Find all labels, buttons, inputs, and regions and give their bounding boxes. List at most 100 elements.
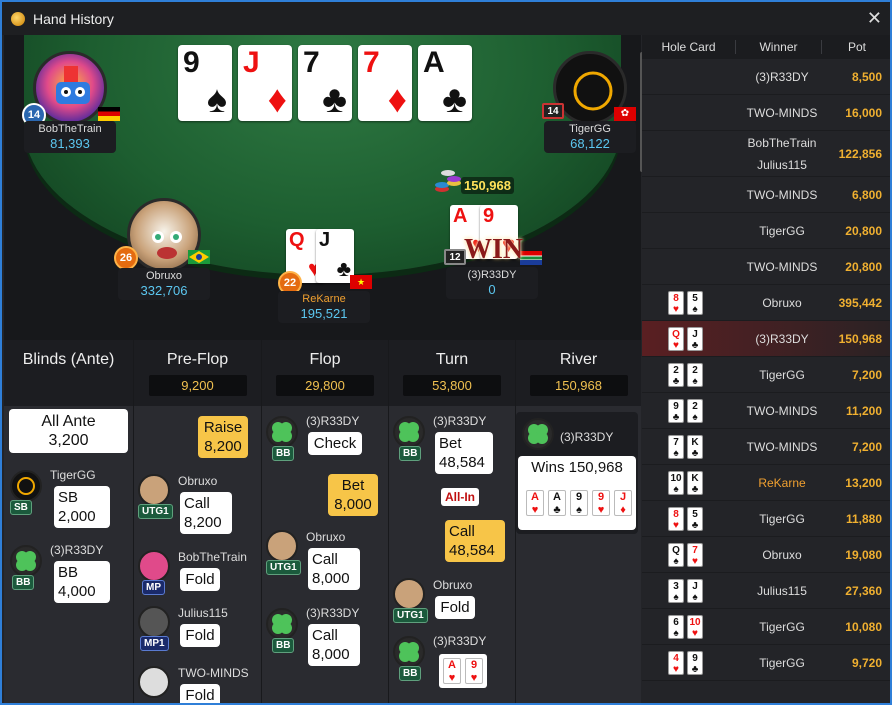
player-name: BobTheTrain — [38, 123, 102, 135]
winner-name: TWO-MINDS — [746, 259, 818, 274]
hole-cards: 7 ♠ K ♣ — [668, 435, 703, 459]
action-bubble: Fold — [180, 684, 220, 703]
seat-obruxo[interactable]: 26 Obruxo 332,706 — [114, 198, 214, 300]
column-winner[interactable]: Winner — [736, 40, 822, 54]
history-row[interactable]: 6 ♠ 10 ♥ TigerGG 10,080 — [642, 609, 890, 645]
pot-value: 10,080 — [845, 619, 882, 634]
column-pot[interactable]: Pot — [822, 40, 890, 54]
mini-card: 5 ♣ — [687, 507, 703, 531]
winner-name: TigerGG — [759, 619, 805, 634]
history-row[interactable]: 2 ♣ 2 ♠ TigerGG 7,200 — [642, 357, 890, 393]
pot-value: 20,800 — [845, 259, 882, 274]
winner-name: (3)R33DY — [755, 331, 809, 346]
action-r33dy-call: BB (3)R33DY Call 8,000 — [266, 606, 360, 666]
pot-value: 9,720 — [851, 655, 882, 670]
action-bubble: BB 4,000 — [54, 561, 110, 603]
pot-value: 11,200 — [845, 403, 882, 418]
close-icon[interactable]: ✕ — [867, 8, 882, 29]
action-bubble: SB 2,000 — [54, 486, 110, 528]
player-name: Obruxo — [145, 270, 183, 282]
pot-value: 7,200 — [851, 439, 882, 454]
winner-name: (3)R33DY — [755, 69, 809, 84]
history-row[interactable]: TWO-MINDS 20,800 — [642, 249, 890, 285]
action-bubble: Fold — [180, 624, 220, 647]
action-bubble: Fold — [180, 568, 220, 591]
player-nameplate: TigerGG 68,122 — [544, 121, 636, 153]
position-badge: UTG1 — [138, 504, 173, 519]
mini-card: 7 ♠ — [668, 435, 684, 459]
history-row[interactable]: TigerGG 20,800 — [642, 213, 890, 249]
history-row[interactable]: (3)R33DY 8,500 — [642, 59, 890, 95]
column-header: Pre-Flop 9,200 — [134, 340, 261, 406]
position-badge: MP1 — [140, 636, 169, 651]
ante-box: All Ante 3,200 — [9, 409, 128, 453]
pot-amount: 150,968 — [461, 177, 514, 194]
mini-card: 10 ♥ — [687, 615, 703, 639]
history-row[interactable]: 8 ♥ 5 ♣ TigerGG 11,880 — [642, 501, 890, 537]
mini-card: 3 ♠ — [668, 579, 684, 603]
mini-card: 9 ♣ — [668, 399, 684, 423]
action-bubble: Bet 48,584 — [435, 432, 493, 474]
seat-tigergg[interactable]: 14 ✿ TigerGG 68,122 — [540, 51, 640, 153]
poker-table-view: 9 ♠ J ♦ 7 ♣ 7 ♦ A ♣ 14 BobTheTrain 81,393 14 ✿ Ti… — [4, 35, 641, 340]
player-chips: 332,706 — [140, 283, 188, 298]
column-hole-card[interactable]: Hole Card — [642, 40, 736, 54]
level-badge: 12 — [444, 249, 466, 265]
history-row[interactable]: 3 ♠ J ♠ Julius115 27,360 — [642, 573, 890, 609]
winner-name: TWO-MINDS — [746, 105, 818, 120]
hole-cards: 6 ♠ 10 ♥ — [668, 615, 703, 639]
hole-cards: 3 ♠ J ♠ — [668, 579, 703, 603]
win-label: WIN — [464, 234, 524, 265]
mini-card: K ♣ — [687, 435, 703, 459]
avatar — [393, 416, 425, 448]
mini-card: 7 ♥ — [687, 543, 703, 567]
app-logo-icon — [11, 11, 25, 26]
action-bubble: Check — [308, 432, 362, 455]
winner-box: Wins 150,968 A ♥ A ♣ 9 ♠ 9 ♥ J ♦ — [518, 456, 636, 530]
seat-bobthetrain[interactable]: 14 BobTheTrain 81,393 — [20, 51, 120, 153]
mini-card: 9 ♣ — [687, 651, 703, 675]
pot-value: 7,200 — [851, 367, 882, 382]
seat-rekarne[interactable]: Q ♥ J ♣ 22 ★ ReKarne 195,521 — [268, 225, 378, 323]
board-card: 9 ♠ — [178, 45, 232, 121]
hole-card: J ♣ — [316, 229, 354, 283]
player-name: Obruxo — [178, 474, 218, 488]
avatar — [266, 416, 298, 448]
action-bobthetrain: MP BobTheTrain Fold — [138, 550, 247, 595]
pot-value: 11,880 — [845, 511, 882, 526]
position-badge: SB — [10, 500, 32, 515]
history-row[interactable]: BobTheTrain Julius115 122,856 — [642, 131, 890, 177]
player-chips: 0 — [488, 282, 496, 297]
history-row[interactable]: TWO-MINDS 16,000 — [642, 95, 890, 131]
turn-column: Turn 53,800 BB (3)R33DY Bet 48,584 All-In… — [389, 340, 516, 703]
level-badge: 26 — [114, 246, 138, 270]
action-julius115: MP1 Julius115 Fold — [138, 606, 228, 651]
history-row[interactable]: 9 ♣ 2 ♠ TWO-MINDS 11,200 — [642, 393, 890, 429]
street-pot: 29,800 — [276, 375, 374, 396]
history-row[interactable]: Q ♠ 7 ♥ Obruxo 19,080 — [642, 537, 890, 573]
action-bubble: Fold — [435, 596, 475, 619]
action-two-minds: TWO-MINDS Fold — [138, 666, 249, 703]
history-row[interactable]: 8 ♥ 5 ♠ Obruxo 395,442 — [642, 285, 890, 321]
mini-card: A ♣ — [548, 490, 566, 516]
history-row[interactable]: Q ♥ J ♣ (3)R33DY 150,968 — [642, 321, 890, 357]
pot-value: 8,500 — [851, 69, 882, 84]
position-badge: UTG1 — [393, 608, 428, 623]
hole-cards: 10 ♠ K ♣ — [668, 471, 703, 495]
history-row[interactable]: 4 ♥ 9 ♣ TigerGG 9,720 — [642, 645, 890, 681]
pot-value: 13,200 — [845, 475, 882, 490]
winner-name: BobTheTrain Julius115 — [747, 135, 817, 172]
hole-cards: 2 ♣ 2 ♠ — [668, 363, 703, 387]
mini-card: 10 ♠ — [668, 471, 684, 495]
player-name: Obruxo — [433, 578, 473, 592]
action-obruxo: UTG1 Obruxo Call 8,200 — [138, 474, 232, 534]
history-row[interactable]: 10 ♠ K ♣ ReKarne 13,200 — [642, 465, 890, 501]
history-row[interactable]: 7 ♠ K ♣ TWO-MINDS 7,200 — [642, 429, 890, 465]
history-row[interactable]: TWO-MINDS 6,800 — [642, 177, 890, 213]
pot-value: 27,360 — [845, 583, 882, 598]
mini-card: Q ♥ — [668, 327, 684, 351]
column-header: Blinds (Ante) — [4, 340, 133, 406]
mini-card: 2 ♠ — [687, 399, 703, 423]
action-bubble: Call 8,000 — [308, 624, 360, 666]
shown-cards: A ♥ 9 ♥ — [439, 654, 487, 688]
